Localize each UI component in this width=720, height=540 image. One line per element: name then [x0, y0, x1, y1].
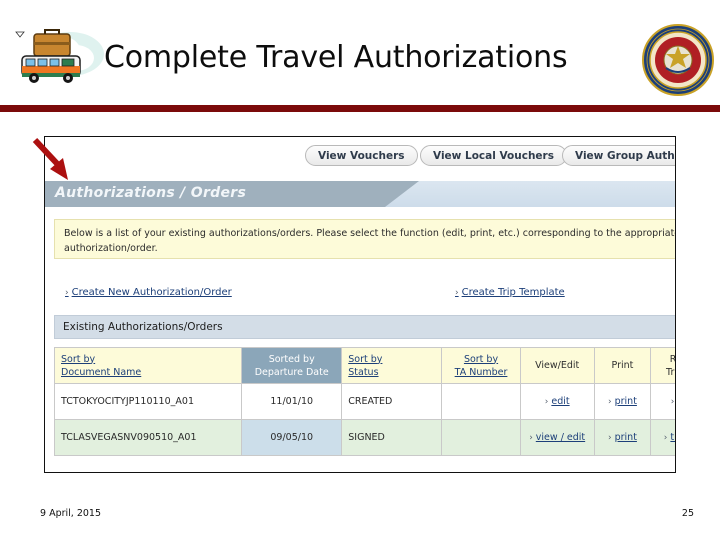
instructions-info-box: Below is a list of your existing authori…: [54, 219, 675, 259]
column-header-ta-number[interactable]: Sort by TA Number: [441, 347, 521, 384]
print-link[interactable]: print: [615, 396, 637, 407]
column-header-document-name[interactable]: Sort by Document Name: [53, 347, 243, 384]
table-row[interactable]: TCLASVEGASNV090510_A01 09/05/10 SIGNED ›…: [53, 419, 675, 456]
dts-application-window: View Vouchers View Local Vouchers View G…: [45, 137, 676, 472]
column-header-line2: Departure Date: [254, 366, 329, 378]
column-header-line1: Remove /: [669, 353, 676, 365]
column-header-line2: Status: [348, 366, 379, 378]
cell-status: CREATED: [341, 383, 443, 420]
sort-by-status-link[interactable]: Sort by Status: [348, 354, 382, 378]
cell-document-name: TCLASVEGASNV090510_A01: [53, 419, 243, 456]
column-header-line1: Sort by: [61, 353, 96, 365]
travel-clipart-icon: [15, 29, 104, 83]
column-header-line2: Document Name: [61, 366, 142, 378]
column-header-print: Print: [593, 347, 652, 384]
footer-date: 9 April, 2015: [40, 508, 101, 519]
create-links-row: › Create New Authorization/Order › Create …: [45, 287, 675, 305]
sort-by-document-name-link[interactable]: Sort by Document Name: [61, 354, 141, 378]
create-trip-template-label: Create Trip Template: [461, 287, 565, 298]
column-header-view-edit: View/Edit: [519, 347, 595, 384]
cell-print[interactable]: › print: [593, 383, 652, 420]
navy-seal-icon: [642, 24, 714, 96]
cell-trip-cancel[interactable]: ›trip cancel: [650, 419, 675, 456]
column-header-remove-trip-cancel: Remove / Trip Cancel: [650, 347, 676, 384]
table-row[interactable]: TCTOKYOCITYJP110110_A01 11/01/10 CREATED…: [53, 383, 675, 420]
create-new-authorization-link[interactable]: › Create New Authorization/Order: [65, 287, 232, 298]
toolbar-buttons: View Vouchers View Local Vouchers View G…: [45, 145, 675, 173]
cell-print[interactable]: › print: [593, 419, 652, 456]
embedded-screenshot-panel: View Vouchers View Local Vouchers View G…: [44, 136, 676, 473]
column-header-line2: Trip Cancel: [666, 366, 675, 378]
create-trip-template-link[interactable]: › Create Trip Template: [455, 287, 565, 298]
link-bullet-icon: ›: [607, 397, 612, 407]
footer-page-number: 25: [681, 508, 694, 519]
cell-departure-date: 11/01/10: [241, 383, 343, 420]
create-new-authorization-label: Create New Authorization/Order: [71, 287, 232, 298]
cell-view-edit[interactable]: › view / edit: [519, 419, 595, 456]
link-bullet-icon: ›: [455, 288, 459, 298]
tab-bar: Authorizations / Orders: [45, 181, 675, 207]
authorizations-table: Sort by Document Name Sorted by Departur…: [53, 347, 676, 456]
page-title: Complete Travel Authorizations: [104, 40, 568, 75]
column-header-line2: TA Number: [454, 366, 508, 378]
column-header-line1: Print: [611, 360, 634, 371]
cell-departure-date: 09/05/10: [241, 419, 343, 456]
column-header-line1: Sorted by: [268, 353, 315, 365]
link-bullet-icon: ›: [663, 433, 668, 443]
view-vouchers-button[interactable]: View Vouchers: [305, 145, 418, 166]
cell-ta-number: [441, 383, 521, 420]
print-link[interactable]: print: [615, 432, 637, 443]
view-group-authorizations-button[interactable]: View Group Auth: [562, 145, 675, 166]
link-bullet-icon: ›: [607, 433, 612, 443]
table-header-row: Sort by Document Name Sorted by Departur…: [53, 347, 676, 384]
slide-header: Complete Travel Authorizations: [0, 0, 720, 112]
view-local-vouchers-button[interactable]: View Local Vouchers: [420, 145, 567, 166]
trip-cancel-link[interactable]: trip cancel: [670, 432, 675, 443]
cell-remove[interactable]: ›remove: [650, 383, 675, 420]
cell-ta-number: [441, 419, 521, 456]
existing-authorizations-header: Existing Authorizations/Orders: [54, 315, 675, 339]
title-divider-rule: [0, 105, 720, 112]
view-edit-link[interactable]: view / edit: [536, 432, 585, 443]
link-bullet-icon: ›: [529, 433, 533, 443]
link-bullet-icon: ›: [544, 397, 549, 407]
link-bullet-icon: ›: [65, 288, 69, 298]
tab-authorizations-orders-label: Authorizations / Orders: [55, 185, 247, 201]
column-header-line1: Sort by: [348, 353, 383, 365]
link-bullet-icon: ›: [670, 397, 675, 407]
sort-by-ta-number-link[interactable]: Sort by TA Number: [455, 354, 508, 378]
cell-status: SIGNED: [341, 419, 443, 456]
cell-view-edit[interactable]: › edit: [519, 383, 595, 420]
cell-document-name: TCTOKYOCITYJP110110_A01: [53, 383, 243, 420]
edit-link[interactable]: edit: [551, 396, 569, 407]
column-header-line1: View/Edit: [535, 360, 580, 371]
column-header-line1: Sort by: [463, 353, 499, 365]
column-header-status[interactable]: Sort by Status: [341, 347, 443, 384]
tab-slant-decoration: [385, 181, 419, 207]
column-header-departure-date[interactable]: Sorted by Departure Date: [241, 347, 343, 384]
